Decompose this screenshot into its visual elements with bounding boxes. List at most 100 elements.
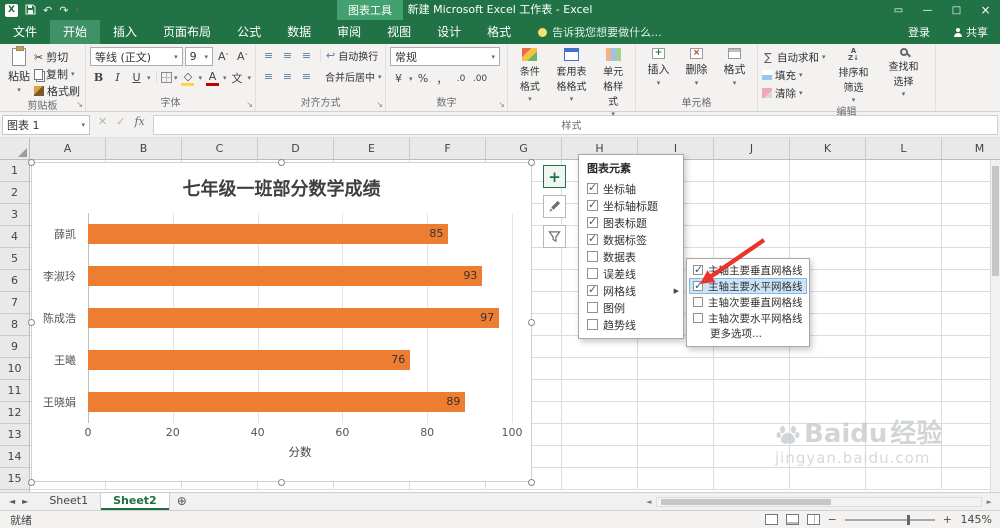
ribbon-tab-home[interactable]: 开始 bbox=[50, 20, 101, 44]
row-header-2[interactable]: 2 bbox=[0, 182, 29, 204]
column-header-C[interactable]: C bbox=[182, 138, 258, 159]
ribbon-tab-page-layout[interactable]: 页面布局 bbox=[150, 20, 224, 44]
column-header-L[interactable]: L bbox=[866, 138, 942, 159]
checkbox-primary-minor-horizontal[interactable] bbox=[693, 313, 703, 323]
sort-filter-button[interactable]: A Z↓ 排序和筛选 ▾ bbox=[832, 47, 876, 105]
chart-bar-4[interactable]: 89 bbox=[88, 392, 466, 412]
ribbon-tab-design[interactable]: 设计 bbox=[424, 20, 474, 44]
row-header-8[interactable]: 8 bbox=[0, 314, 29, 336]
checkbox-trendline[interactable] bbox=[587, 319, 598, 330]
clear-button[interactable]: 清除 ▾ bbox=[762, 85, 826, 101]
alignment-dialog-launcher-icon[interactable]: ↘ bbox=[376, 100, 383, 109]
paste-dropdown-icon[interactable]: ▾ bbox=[17, 86, 21, 94]
format-cells-button[interactable]: 格式 ▾ bbox=[720, 47, 750, 88]
zoom-slider[interactable] bbox=[844, 514, 935, 525]
column-header-M[interactable]: M bbox=[942, 138, 1000, 159]
normal-view-icon[interactable] bbox=[764, 514, 778, 525]
find-select-button[interactable]: 查找和选择 ▾ bbox=[882, 47, 926, 99]
column-header-G[interactable]: G bbox=[486, 138, 562, 159]
qat-customize-icon[interactable]: ▾ bbox=[75, 6, 79, 14]
conditional-formatting-button[interactable]: 条件格式 ▾ bbox=[512, 47, 548, 104]
font-size-combo[interactable]: 9 ▾ bbox=[184, 47, 213, 66]
row-header-7[interactable]: 7 bbox=[0, 292, 29, 314]
submenu-arrow-icon[interactable]: ▶ bbox=[674, 287, 679, 295]
zoom-level[interactable]: 145% bbox=[960, 513, 992, 526]
insert-function-icon[interactable]: fx bbox=[134, 115, 144, 128]
vertical-scrollbar[interactable] bbox=[990, 160, 1000, 492]
chart-bar-0[interactable]: 85 bbox=[88, 224, 449, 244]
checkbox-data-table[interactable] bbox=[587, 251, 598, 262]
minimize-icon[interactable]: — bbox=[913, 0, 942, 20]
row-header-4[interactable]: 4 bbox=[0, 226, 29, 248]
checkbox-data-labels[interactable] bbox=[587, 232, 598, 245]
chart-elements-button[interactable]: + bbox=[543, 165, 566, 188]
hscroll-left-icon[interactable]: ◄ bbox=[646, 498, 651, 506]
underline-button[interactable]: U bbox=[128, 69, 145, 86]
checkbox-axis-titles[interactable] bbox=[587, 198, 598, 211]
checkbox-axes[interactable] bbox=[587, 181, 598, 194]
cancel-formula-icon[interactable]: ✕ bbox=[98, 115, 107, 128]
share-button[interactable]: 共享 bbox=[942, 24, 1000, 40]
borders-icon[interactable] bbox=[161, 72, 172, 83]
ribbon-display-options-icon[interactable]: ▭ bbox=[884, 0, 913, 20]
number-format-combo[interactable]: 常规 ▾ bbox=[390, 47, 500, 66]
chart-filters-button[interactable] bbox=[543, 225, 566, 248]
merge-center-button[interactable]: 合并后居中 ▾ bbox=[325, 69, 382, 85]
chart-element-item-error-bars[interactable]: 误差线 bbox=[579, 265, 683, 282]
sheet-nav-right-icon[interactable]: ► bbox=[22, 497, 28, 506]
grow-font-button[interactable]: A ˄ bbox=[215, 48, 232, 65]
chart-element-item-legend[interactable]: 图例 bbox=[579, 299, 683, 316]
center-icon[interactable]: ≡ bbox=[279, 68, 296, 85]
cell-styles-button[interactable]: 单元格样式 ▾ bbox=[595, 47, 631, 119]
chart-bar-1[interactable]: 93 bbox=[88, 266, 483, 286]
fill-button[interactable]: 填充 ▾ bbox=[762, 67, 826, 83]
format-painter-button[interactable]: 格式刷 bbox=[34, 83, 80, 99]
column-header-B[interactable]: B bbox=[106, 138, 182, 159]
align-right-icon[interactable]: ≡ bbox=[298, 68, 315, 85]
sheet-tab-sheet2[interactable]: Sheet2 bbox=[101, 493, 170, 510]
sheet-tab-sheet1[interactable]: Sheet1 bbox=[37, 493, 102, 510]
new-sheet-button[interactable]: ⊕ bbox=[170, 493, 194, 510]
phonetic-guide-icon[interactable]: 文 bbox=[228, 69, 245, 86]
excel-app-icon[interactable]: X bbox=[5, 3, 18, 17]
decrease-decimal-icon[interactable]: .00 bbox=[472, 70, 489, 87]
ribbon-tab-file[interactable]: 文件 bbox=[0, 20, 50, 44]
enter-formula-icon[interactable]: ✓ bbox=[116, 115, 125, 128]
zoom-out-icon[interactable]: − bbox=[828, 513, 837, 526]
checkbox-legend[interactable] bbox=[587, 302, 598, 313]
chart-styles-button[interactable] bbox=[543, 195, 566, 218]
row-header-10[interactable]: 10 bbox=[0, 358, 29, 380]
delete-cells-button[interactable]: × 删除 ▾ bbox=[682, 47, 712, 88]
chart-element-item-data-labels[interactable]: 数据标签 bbox=[579, 231, 683, 248]
row-header-9[interactable]: 9 bbox=[0, 336, 29, 358]
chart-selection-handle[interactable] bbox=[528, 319, 535, 326]
cut-button[interactable]: ✂ 剪切 bbox=[34, 49, 80, 65]
vertical-scrollbar-thumb[interactable] bbox=[992, 166, 999, 276]
chart-element-item-gridlines[interactable]: 网格线▶ bbox=[579, 282, 683, 299]
percent-style-icon[interactable]: % bbox=[415, 70, 432, 87]
maximize-icon[interactable]: □ bbox=[942, 0, 971, 20]
column-header-J[interactable]: J bbox=[714, 138, 790, 159]
chart-element-item-axis-titles[interactable]: 坐标轴标题 bbox=[579, 197, 683, 214]
name-box[interactable]: 图表 1 ▾ bbox=[2, 115, 90, 135]
redo-icon[interactable]: ↷ bbox=[59, 5, 68, 16]
column-header-D[interactable]: D bbox=[258, 138, 334, 159]
number-dialog-launcher-icon[interactable]: ↘ bbox=[498, 100, 505, 109]
row-header-15[interactable]: 15 bbox=[0, 468, 29, 490]
autosum-button[interactable]: ∑ 自动求和 ▾ bbox=[762, 49, 825, 65]
zoom-in-icon[interactable]: + bbox=[943, 513, 952, 526]
x-axis-title[interactable]: 分数 bbox=[88, 444, 512, 460]
hscroll-right-icon[interactable]: ► bbox=[987, 498, 992, 506]
italic-button[interactable]: I bbox=[109, 69, 126, 86]
checkbox-gridlines[interactable] bbox=[587, 283, 598, 296]
increase-decimal-icon[interactable]: .0 bbox=[453, 70, 470, 87]
chart-bar-2[interactable]: 97 bbox=[88, 308, 500, 328]
more-options-item[interactable]: 更多选项... bbox=[689, 326, 807, 343]
ribbon-tab-view[interactable]: 视图 bbox=[374, 20, 424, 44]
row-header-11[interactable]: 11 bbox=[0, 380, 29, 402]
chart-selection-handle[interactable] bbox=[278, 159, 285, 166]
chart-element-item-axes[interactable]: 坐标轴 bbox=[579, 180, 683, 197]
chart-bar-3[interactable]: 76 bbox=[88, 350, 411, 370]
tell-me-box[interactable]: 告诉我您想要做什么... bbox=[538, 20, 662, 44]
insert-cells-button[interactable]: + 插入 ▾ bbox=[644, 47, 674, 88]
